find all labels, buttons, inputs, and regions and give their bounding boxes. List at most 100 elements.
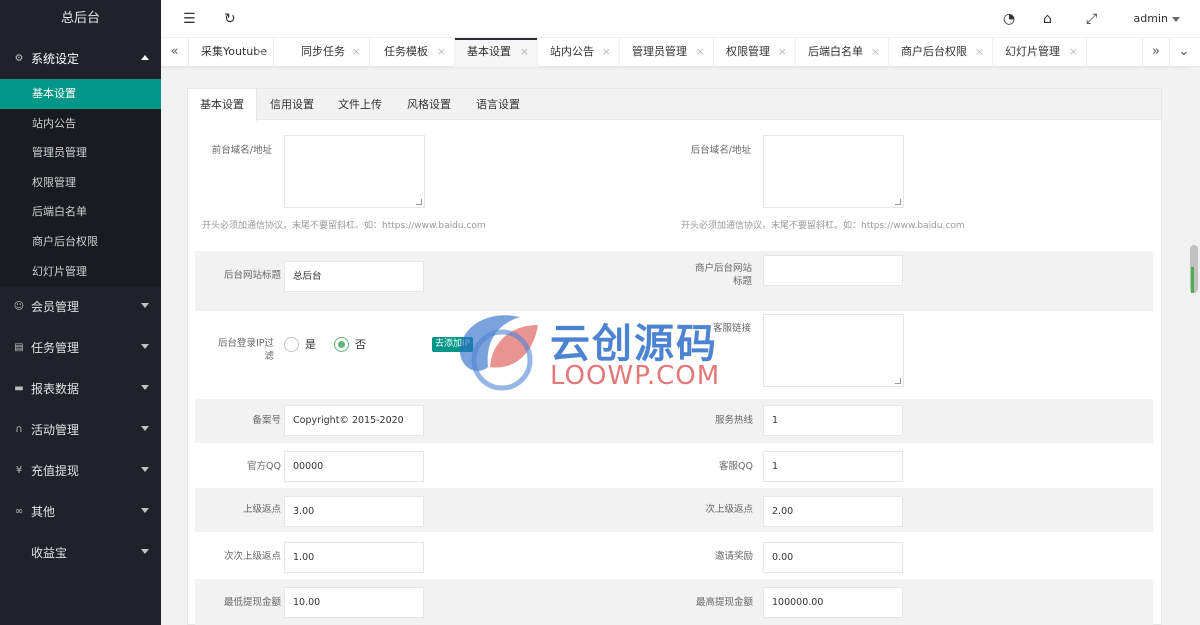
form-tabs: 基本设置 信用设置 文件上传 风格设置 语言设置: [188, 89, 1161, 121]
withdraw-row: 最低提现金额 10.00 最高提现金额 100000.00: [195, 579, 1153, 625]
service-qq-label: 客服QQ: [719, 461, 753, 472]
rebate-row: 上级返点 3.00 次上级返点 2.00: [195, 488, 1153, 532]
menu-collapse-icon[interactable]: ☰: [183, 11, 196, 27]
invite-reward-input[interactable]: 0.00: [763, 542, 903, 573]
third-rebate-input[interactable]: 1.00: [284, 542, 424, 573]
headset-icon: ∩: [15, 424, 23, 436]
close-icon[interactable]: ×: [602, 38, 611, 66]
chevron-down-icon: [141, 549, 149, 555]
sidebar-item-basic-settings[interactable]: 基本设置: [0, 79, 161, 109]
refresh-icon[interactable]: ↻: [224, 11, 236, 27]
max-withdraw-input[interactable]: 100000.00: [763, 587, 903, 618]
ip-filter-yes-radio[interactable]: 是: [284, 336, 316, 352]
tabs-prev-icon[interactable]: «: [161, 38, 189, 67]
close-icon[interactable]: ×: [352, 38, 361, 66]
tab-bar: « 采集Youtube × 同步任务 × 任务模板 × 基本设置 × 站内公告 × 管理员…: [161, 38, 1200, 67]
tab-announcement[interactable]: 站内公告 ×: [538, 38, 620, 67]
front-domain-textarea[interactable]: [284, 135, 425, 208]
radio-circle: [334, 336, 349, 352]
back-domain-label: 后台域名/地址: [690, 145, 751, 156]
record-row: 备案号 Copyright© 2015-2020 服务热线 1: [195, 399, 1153, 443]
close-icon[interactable]: ×: [1069, 38, 1078, 66]
form-tab-language[interactable]: 语言设置: [476, 89, 520, 120]
tab-slides[interactable]: 幻灯片管理 ×: [993, 38, 1087, 67]
tabs-menu-icon[interactable]: ⌄: [1170, 38, 1198, 67]
form-tab-upload[interactable]: 文件上传: [338, 89, 382, 120]
sidebar-item-merchant-permissions[interactable]: 商户后台权限: [0, 227, 161, 257]
page-scrollbar[interactable]: [1188, 67, 1200, 625]
sidebar-group-activities[interactable]: ∩ 活动管理: [0, 409, 161, 450]
customer-link-label: 客服链接: [712, 323, 751, 334]
tab-admins[interactable]: 管理员管理 ×: [620, 38, 714, 67]
merchant-title-input[interactable]: [763, 255, 903, 286]
sidebar-group-recharge[interactable]: ¥ 充值提现: [0, 450, 161, 491]
sidebar-group-yield[interactable]: 收益宝: [0, 532, 161, 573]
sidebar-group-reports[interactable]: ▬ 报表数据: [0, 368, 161, 409]
sidebar-item-admins[interactable]: 管理员管理: [0, 138, 161, 168]
sidebar-group-system[interactable]: ⚙ 系统设定: [0, 38, 161, 79]
tab-template[interactable]: 任务模板 ×: [372, 38, 455, 67]
user-icon: ☺: [13, 301, 25, 313]
sidebar-group-label: 报表数据: [31, 382, 80, 397]
tag-icon[interactable]: ⌂: [1043, 11, 1052, 27]
palette-icon[interactable]: ◔: [1003, 11, 1015, 27]
close-icon[interactable]: ×: [696, 38, 705, 66]
sidebar-group-label: 活动管理: [31, 423, 80, 438]
chevron-down-icon: [141, 467, 149, 473]
add-ip-button[interactable]: 去添加IP: [432, 337, 474, 352]
front-domain-label: 前台域名/地址: [211, 145, 272, 156]
upper-rebate-label: 上级返点: [242, 504, 281, 515]
upper-rebate-input[interactable]: 3.00: [284, 496, 424, 527]
sidebar-item-announcement[interactable]: 站内公告: [0, 109, 161, 139]
tab-merchant-permissions[interactable]: 商户后台权限 ×: [889, 38, 993, 67]
fullscreen-icon[interactable]: ⤢: [1086, 11, 1097, 27]
tabs-next-icon[interactable]: »: [1142, 38, 1170, 67]
form-tab-basic[interactable]: 基本设置: [188, 89, 257, 121]
second-rebate-input[interactable]: 2.00: [763, 496, 903, 527]
qq-input[interactable]: 00000: [284, 451, 424, 482]
sidebar-item-whitelist[interactable]: 后端白名单: [0, 197, 161, 227]
record-input[interactable]: Copyright© 2015-2020: [284, 405, 424, 436]
customer-link-textarea[interactable]: [763, 314, 904, 387]
sidebar-group-members[interactable]: ☺ 会员管理: [0, 286, 161, 327]
close-icon[interactable]: ×: [520, 38, 529, 66]
sidebar-item-permissions[interactable]: 权限管理: [0, 168, 161, 198]
app-title: 总后台: [60, 11, 100, 26]
ip-filter-no-radio[interactable]: 否: [334, 336, 366, 352]
max-withdraw-label: 最高提现金额: [695, 597, 753, 608]
tab-basic-settings[interactable]: 基本设置 ×: [455, 38, 538, 67]
service-qq-input[interactable]: 1: [763, 451, 903, 482]
merchant-title-label: 商户后台网站标题: [694, 263, 752, 287]
form-tab-style[interactable]: 风格设置: [407, 89, 451, 120]
chevron-down-icon: [141, 303, 149, 309]
sidebar-item-slides[interactable]: 幻灯片管理: [0, 257, 161, 287]
tab-whitelist[interactable]: 后端白名单 ×: [796, 38, 889, 67]
sidebar-group-label: 收益宝: [31, 546, 68, 561]
site-title-row: 后台网站标题 总后台 商户后台网站标题: [195, 251, 1153, 311]
tab-youtube[interactable]: 采集Youtube ×: [189, 38, 274, 67]
hotline-input[interactable]: 1: [763, 405, 903, 436]
min-withdraw-label: 最低提现金额: [223, 597, 281, 608]
form-tab-credit[interactable]: 信用设置: [270, 89, 314, 120]
sidebar-group-tasks[interactable]: ▤ 任务管理: [0, 327, 161, 368]
min-withdraw-input[interactable]: 10.00: [284, 587, 424, 618]
tab-sync[interactable]: 同步任务 ×: [289, 38, 370, 67]
chevron-down-icon: [141, 508, 149, 514]
user-menu[interactable]: admin: [1134, 12, 1180, 25]
close-icon[interactable]: ×: [778, 38, 787, 66]
sidebar-group-label: 其他: [31, 505, 56, 520]
back-domain-textarea[interactable]: [763, 135, 904, 208]
site-title-input[interactable]: 总后台: [284, 261, 424, 292]
close-icon[interactable]: ×: [975, 38, 984, 66]
close-icon[interactable]: ×: [256, 38, 265, 66]
third-rebate-label: 次次上级返点: [223, 551, 281, 562]
tab-permissions[interactable]: 权限管理 ×: [714, 38, 796, 67]
sidebar-group-label: 充值提现: [31, 464, 80, 479]
chevron-down-icon: [141, 385, 149, 391]
close-icon[interactable]: ×: [871, 38, 880, 66]
yen-icon: ¥: [15, 465, 23, 477]
sidebar-group-label: 任务管理: [31, 341, 80, 356]
chevron-down-icon: [1172, 16, 1180, 22]
sidebar-group-other[interactable]: ∞ 其他: [0, 491, 161, 532]
close-icon[interactable]: ×: [437, 38, 446, 66]
